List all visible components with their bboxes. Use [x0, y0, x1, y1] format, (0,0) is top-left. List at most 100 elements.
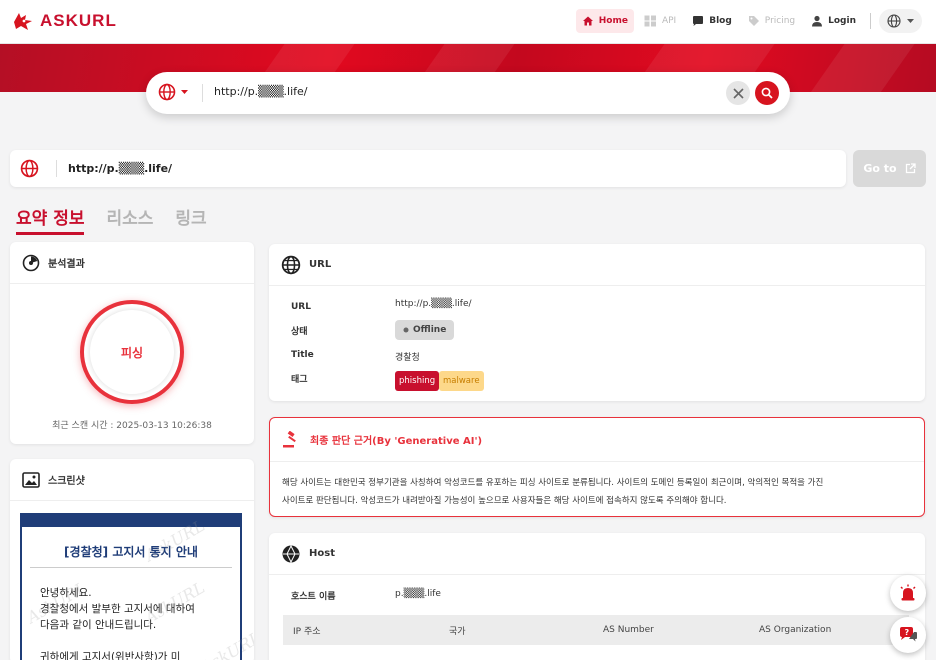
host-card-title: Host — [309, 548, 335, 559]
close-icon — [732, 87, 744, 99]
home-icon — [582, 16, 593, 26]
clear-search-button[interactable] — [726, 81, 750, 105]
siren-icon — [900, 584, 916, 601]
analysis-card-title: 분석결과 — [48, 259, 85, 270]
screenshot-text-line: 다음과 같이 안내드립니다. — [40, 619, 157, 631]
analysis-result-card: 분석결과 피싱 최근 스캔 시간 : 2025-03-13 10:26:38 — [10, 242, 254, 444]
search-divider — [202, 84, 203, 102]
search-icon — [761, 87, 773, 99]
result-tabs: 요약 정보 리소스 링크 — [16, 204, 207, 235]
image-icon — [22, 471, 40, 488]
user-icon — [812, 15, 823, 27]
brand-logo[interactable]: ASKURL — [12, 10, 117, 32]
globe-icon — [158, 83, 176, 101]
nav-home[interactable]: Home — [575, 9, 634, 33]
status-value: Offline — [413, 325, 447, 335]
column-as-org: AS Organization — [759, 625, 832, 635]
tab-summary[interactable]: 요약 정보 — [16, 204, 85, 235]
status-badge: Offline — [395, 320, 455, 340]
hostname-value: p.▒▒▒.life — [395, 589, 441, 599]
column-country: 국가 — [449, 626, 466, 637]
url-info-card: URL URL http://p.▒▒▒.life/ 상태 Offline Ti… — [269, 244, 925, 401]
report-alert-button[interactable] — [890, 575, 926, 611]
url-divider — [56, 160, 57, 177]
screenshot-card-header: 스크린샷 — [10, 459, 254, 501]
caret-down-icon — [181, 89, 188, 94]
verdict-card-header: 최종 판단 근거(By 'Generative AI') — [270, 418, 924, 462]
target-url-card: http://p.▒▒▒.life/ — [10, 150, 846, 187]
external-link-icon — [905, 163, 916, 174]
search-input[interactable]: http://p.▒▒▒.life/ — [214, 85, 308, 98]
screenshot-card: 스크린샷 [경찰청] 고지서 통지 안내 안녕하세요. 경찰청에서 발부한 고지… — [10, 459, 254, 660]
screenshot-page-heading: [경찰청] 고지서 통지 안내 — [64, 545, 198, 559]
main-nav: Home API Blog Pricing Login — [575, 9, 922, 33]
url-row-value: http://p.▒▒▒.life/ — [395, 299, 472, 309]
url-row-label: URL — [291, 302, 311, 312]
nav-pricing[interactable]: Pricing — [742, 9, 801, 33]
globe-icon — [281, 255, 301, 274]
title-row-value: 경찰청 — [395, 353, 420, 363]
status-dot-icon — [403, 327, 409, 333]
hostname-label: 호스트 이름 — [291, 592, 336, 602]
verdict-ring: 피싱 — [80, 300, 184, 404]
verdict-badge: 피싱 — [90, 310, 174, 394]
price-tag-icon — [748, 16, 759, 26]
verdict-explanation: 해당 사이트는 대한민국 정부기관을 사칭하여 악성코드를 유포하는 피싱 사이… — [282, 474, 912, 510]
column-as-number: AS Number — [603, 625, 654, 635]
caret-down-icon — [907, 18, 914, 23]
help-chat-button[interactable]: ? — [890, 617, 926, 653]
verdict-card-title: 최종 판단 근거(By 'Generative AI') — [310, 436, 483, 447]
chat-bubble-icon — [693, 16, 704, 26]
final-verdict-card: 최종 판단 근거(By 'Generative AI') 해당 사이트는 대한민… — [269, 417, 925, 517]
brand-name: ASKURL — [40, 11, 117, 30]
host-card-header: Host — [269, 533, 925, 575]
svg-text:?: ? — [905, 628, 910, 637]
nav-divider — [870, 13, 871, 29]
nav-login-label: Login — [828, 16, 856, 26]
help-chat-icon: ? — [900, 627, 917, 642]
api-icon — [644, 15, 656, 27]
top-header: ASKURL Home API Blog Pricing Login — [0, 0, 936, 44]
host-card: Host 호스트 이름 p.▒▒▒.life IP 주소 국가 AS Numbe… — [269, 533, 925, 660]
url-card-title: URL — [309, 259, 332, 270]
tag-malware: malware — [439, 371, 484, 391]
nav-blog[interactable]: Blog — [686, 9, 738, 33]
screenshot-divider — [30, 567, 232, 568]
target-url-text: http://p.▒▒▒.life/ — [68, 162, 173, 175]
verdict-label: 피싱 — [120, 345, 144, 360]
nav-api-label: API — [661, 16, 677, 26]
radar-icon — [22, 254, 40, 271]
go-to-button[interactable]: Go to — [853, 150, 926, 187]
host-table-header: IP 주소 국가 AS Number AS Organization — [283, 615, 909, 645]
verdict-line: 사이트로 판단됩니다. 악성코드가 내려받아질 가능성이 높으므로 사용자들은 … — [282, 496, 727, 506]
search-type-dropdown[interactable] — [158, 83, 188, 101]
go-to-label: Go to — [863, 162, 897, 175]
status-row-label: 상태 — [291, 327, 308, 337]
network-globe-icon — [282, 544, 300, 563]
analysis-card-header: 분석결과 — [10, 242, 254, 284]
search-submit-button[interactable] — [755, 81, 779, 105]
nav-blog-label: Blog — [709, 16, 732, 26]
tab-resources[interactable]: 리소스 — [106, 204, 153, 235]
nav-home-label: Home — [598, 16, 628, 26]
tab-links[interactable]: 링크 — [175, 204, 206, 235]
globe-icon — [887, 14, 901, 28]
url-card-header: URL — [269, 244, 925, 286]
nav-api[interactable]: API — [638, 9, 682, 33]
nav-pricing-label: Pricing — [764, 16, 796, 26]
url-search-bar: http://p.▒▒▒.life/ — [146, 72, 790, 114]
title-row-label: Title — [291, 350, 314, 360]
tag-row-label: 태그 — [291, 375, 308, 385]
language-selector[interactable] — [879, 9, 922, 33]
nav-login[interactable]: Login — [805, 9, 862, 33]
column-ip: IP 주소 — [293, 626, 321, 637]
verdict-line: 해당 사이트는 대한민국 정부기관을 사칭하여 악성코드를 유포하는 피싱 사이… — [282, 478, 824, 488]
watermark: AskURL — [197, 627, 254, 660]
globe-icon — [20, 159, 39, 178]
last-scan-time: 최근 스캔 시간 : 2025-03-13 10:26:38 — [52, 421, 212, 431]
screenshot-text-line: 귀하에게 고지서(위반사항)가 미 — [40, 651, 181, 660]
screenshot-card-title: 스크린샷 — [48, 476, 85, 487]
tag-phishing: phishing — [395, 371, 440, 391]
fox-logo-icon — [14, 13, 32, 30]
page-screenshot[interactable]: [경찰청] 고지서 통지 안내 안녕하세요. 경찰청에서 발부한 고지서에 대하… — [20, 513, 254, 660]
